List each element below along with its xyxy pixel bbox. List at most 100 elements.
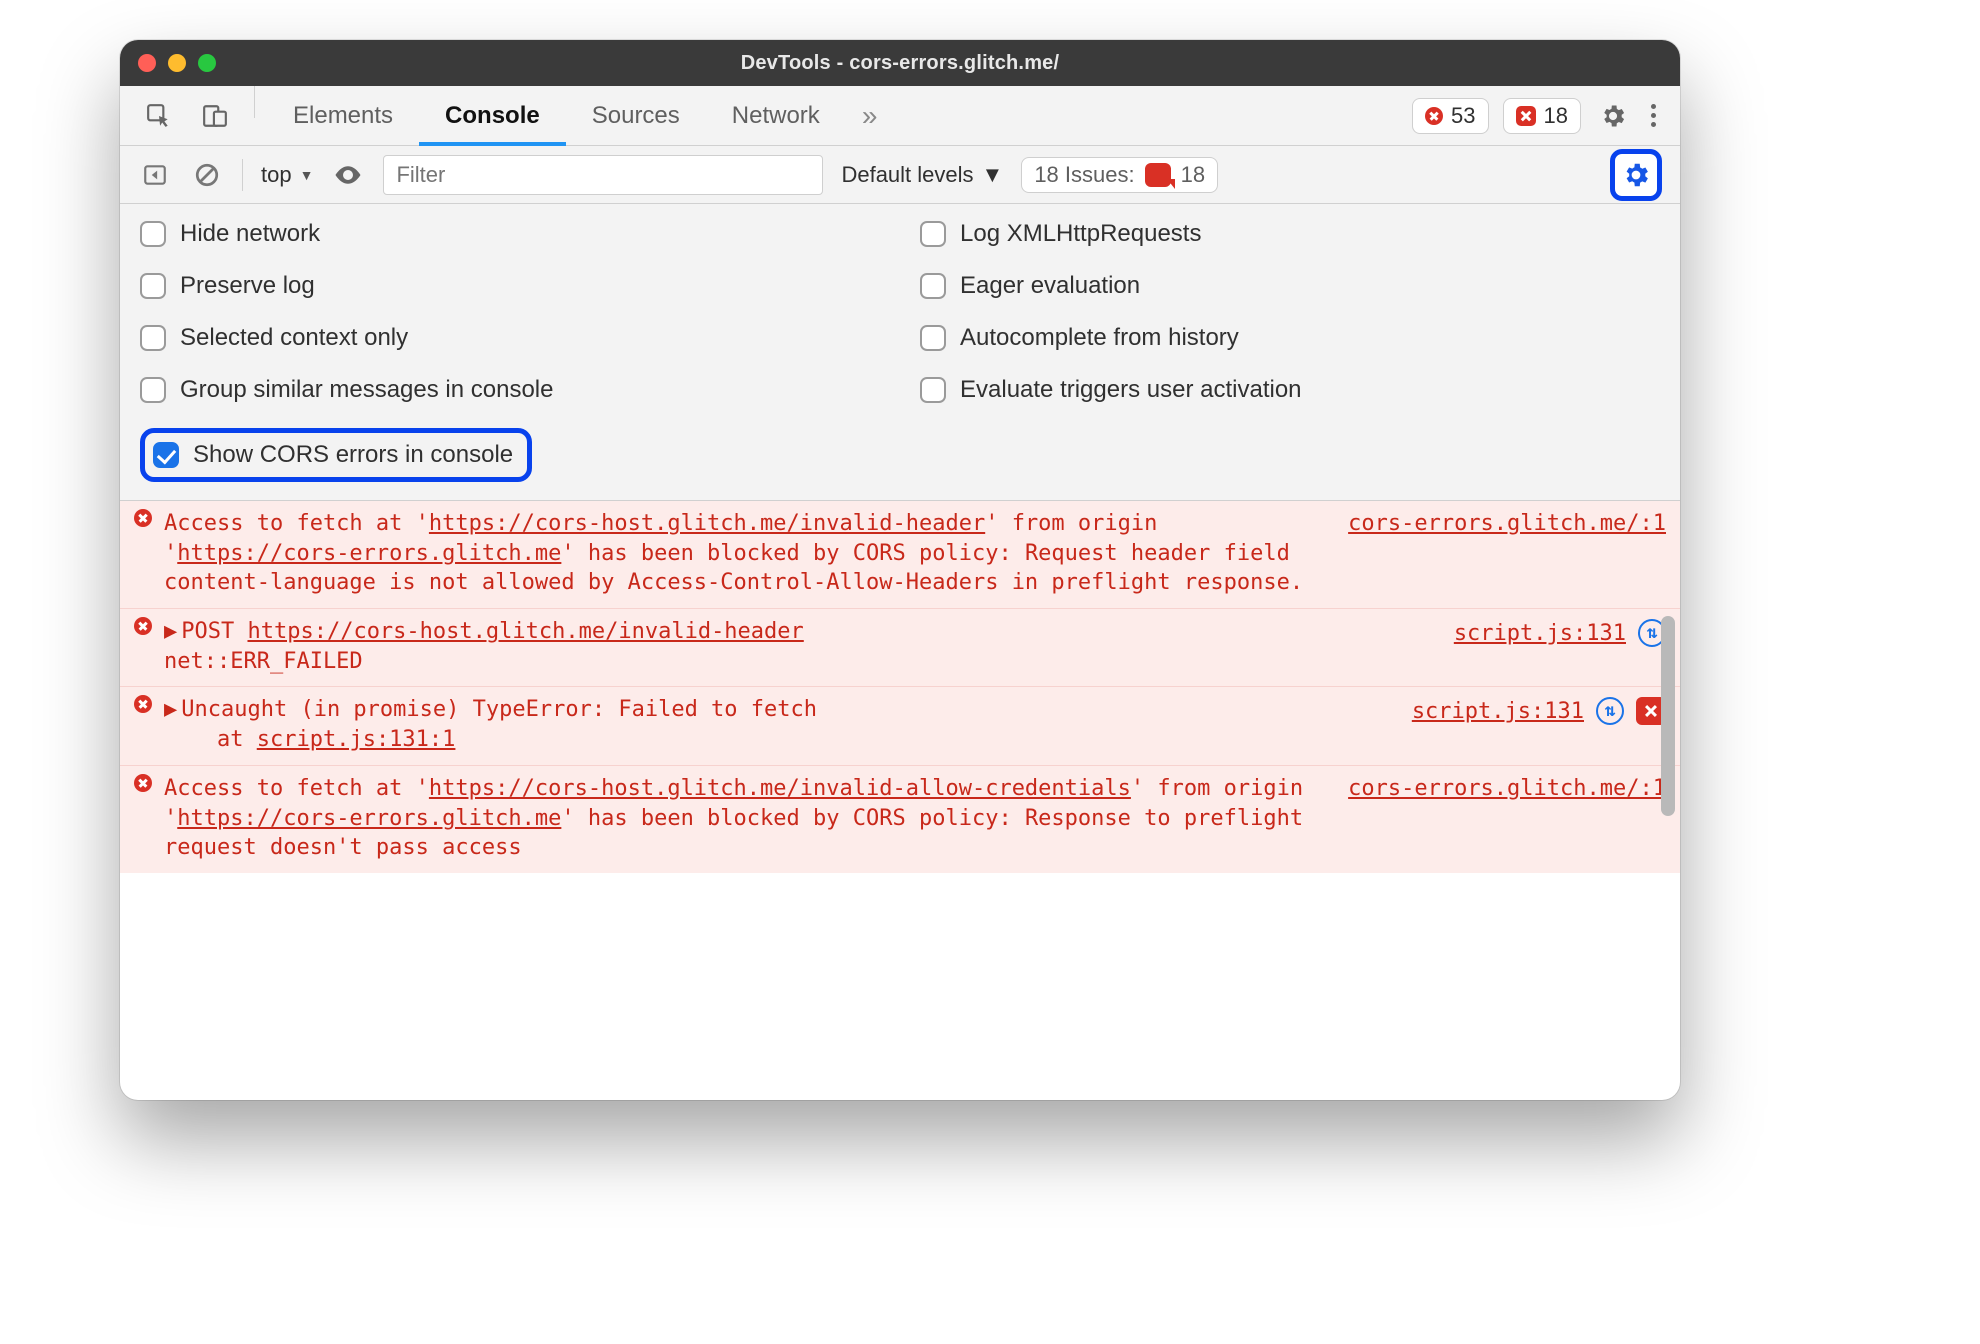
log-entry[interactable]: ▶Uncaught (in promise) TypeError: Failed… [120, 686, 1680, 764]
errors-count: 53 [1451, 103, 1475, 129]
checkbox-icon [140, 377, 166, 403]
tab-console[interactable]: Console [419, 86, 566, 145]
tab-elements[interactable]: Elements [267, 86, 419, 145]
stack-link[interactable]: script.js:131:1 [257, 727, 456, 752]
checkbox-icon [153, 442, 179, 468]
setting-label: Log XMLHttpRequests [960, 220, 1201, 248]
setting-label: Autocomplete from history [960, 324, 1239, 352]
tab-label: Elements [293, 102, 393, 130]
checkbox-icon [920, 221, 946, 247]
scrollbar-thumb[interactable] [1661, 616, 1675, 816]
disclosure-icon[interactable]: ▶ [164, 619, 177, 644]
checkbox-icon [920, 325, 946, 351]
minimize-window-button[interactable] [168, 54, 186, 72]
gear-icon [1599, 102, 1627, 130]
source-link[interactable]: script.js:131 [1412, 699, 1584, 724]
source-link[interactable]: cors-errors.glitch.me/:1 [1348, 776, 1666, 801]
setting-log-xhr[interactable]: Log XMLHttpRequests [920, 220, 1660, 248]
checkbox-icon [140, 273, 166, 299]
network-icon[interactable] [1596, 697, 1624, 725]
console-settings-panel: Hide network Log XMLHttpRequests Preserv… [120, 204, 1680, 501]
error-icon [134, 695, 152, 713]
levels-label: Default levels [841, 162, 973, 188]
scrollbar[interactable] [1659, 86, 1677, 1094]
issues-label: 18 Issues: [1034, 162, 1134, 188]
log-url[interactable]: https://cors-host.glitch.me/invalid-head… [247, 619, 803, 644]
setting-label: Group similar messages in console [180, 376, 554, 404]
issues-badge-count: 18 [1181, 162, 1205, 188]
setting-evaluate-triggers[interactable]: Evaluate triggers user activation [920, 376, 1660, 404]
issues-pill[interactable]: 18 Issues: 18 [1021, 157, 1218, 193]
checkbox-icon [140, 325, 166, 351]
checkbox-icon [140, 221, 166, 247]
gear-icon [1621, 160, 1651, 190]
filter-input[interactable] [383, 155, 823, 195]
log-entry[interactable]: Access to fetch at 'https://cors-host.gl… [120, 501, 1680, 608]
window-controls [138, 40, 216, 86]
log-message: ▶POST https://cors-host.glitch.me/invali… [164, 617, 1442, 676]
issues-badge[interactable]: 18 [1503, 98, 1581, 134]
issue-icon [1516, 106, 1536, 126]
setting-label: Evaluate triggers user activation [960, 376, 1302, 404]
setting-eager-eval[interactable]: Eager evaluation [920, 272, 1660, 300]
setting-label: Hide network [180, 220, 320, 248]
log-url[interactable]: https://cors-errors.glitch.me [177, 806, 561, 831]
source-link[interactable]: cors-errors.glitch.me/:1 [1348, 511, 1666, 536]
setting-autocomplete-history[interactable]: Autocomplete from history [920, 324, 1660, 352]
devtools-window: DevTools - cors-errors.glitch.me/ Elemen… [120, 40, 1680, 1100]
setting-selected-context[interactable]: Selected context only [140, 324, 880, 352]
checkbox-icon [920, 377, 946, 403]
main-tabbar: Elements Console Sources Network » 53 18 [120, 86, 1680, 146]
toggle-sidebar-button[interactable] [138, 158, 172, 192]
tab-label: Network [732, 102, 820, 130]
console-settings-button[interactable] [1610, 149, 1662, 201]
devtools-settings-button[interactable] [1595, 98, 1631, 134]
maximize-window-button[interactable] [198, 54, 216, 72]
console-log-area: Access to fetch at 'https://cors-host.gl… [120, 501, 1680, 1100]
error-icon [1425, 107, 1443, 125]
disclosure-icon[interactable]: ▶ [164, 697, 177, 722]
context-label: top [261, 162, 292, 188]
log-levels-selector[interactable]: Default levels ▼ [841, 162, 1003, 188]
log-message: ▶Uncaught (in promise) TypeError: Failed… [164, 695, 1400, 754]
divider [242, 159, 243, 191]
panel-tabs: Elements Console Sources Network » [255, 86, 893, 145]
setting-label: Selected context only [180, 324, 408, 352]
clear-console-button[interactable] [190, 158, 224, 192]
log-message: Access to fetch at 'https://cors-host.gl… [164, 774, 1336, 863]
setting-label: Show CORS errors in console [193, 441, 513, 469]
issue-icon [1145, 163, 1171, 187]
tabs-overflow-button[interactable]: » [846, 86, 894, 145]
tab-network[interactable]: Network [706, 86, 846, 145]
setting-label: Eager evaluation [960, 272, 1140, 300]
device-toolbar-icon[interactable] [198, 99, 232, 133]
log-entry[interactable]: ▶POST https://cors-host.glitch.me/invali… [120, 608, 1680, 686]
tab-label: Sources [592, 102, 680, 130]
live-expression-button[interactable] [331, 158, 365, 192]
log-url[interactable]: https://cors-errors.glitch.me [177, 541, 561, 566]
error-icon [134, 509, 152, 527]
setting-show-cors-errors[interactable]: Show CORS errors in console [140, 428, 532, 482]
tab-sources[interactable]: Sources [566, 86, 706, 145]
setting-hide-network[interactable]: Hide network [140, 220, 880, 248]
setting-group-similar[interactable]: Group similar messages in console [140, 376, 880, 404]
context-selector[interactable]: top ▼ [261, 162, 313, 188]
checkbox-icon [920, 273, 946, 299]
error-icon [134, 617, 152, 635]
source-link[interactable]: script.js:131 [1454, 621, 1626, 646]
inspect-element-icon[interactable] [142, 99, 176, 133]
log-message: Access to fetch at 'https://cors-host.gl… [164, 509, 1336, 598]
log-url[interactable]: https://cors-host.glitch.me/invalid-allo… [429, 776, 1131, 801]
close-window-button[interactable] [138, 54, 156, 72]
setting-preserve-log[interactable]: Preserve log [140, 272, 880, 300]
error-icon [134, 774, 152, 792]
titlebar: DevTools - cors-errors.glitch.me/ [120, 40, 1680, 86]
log-url[interactable]: https://cors-host.glitch.me/invalid-head… [429, 511, 985, 536]
eye-icon [333, 160, 363, 190]
log-entry[interactable]: Access to fetch at 'https://cors-host.gl… [120, 765, 1680, 873]
window-title: DevTools - cors-errors.glitch.me/ [741, 52, 1060, 75]
errors-badge[interactable]: 53 [1412, 98, 1488, 134]
setting-label: Preserve log [180, 272, 315, 300]
issues-count: 18 [1544, 103, 1568, 129]
dropdown-icon: ▼ [982, 162, 1004, 188]
